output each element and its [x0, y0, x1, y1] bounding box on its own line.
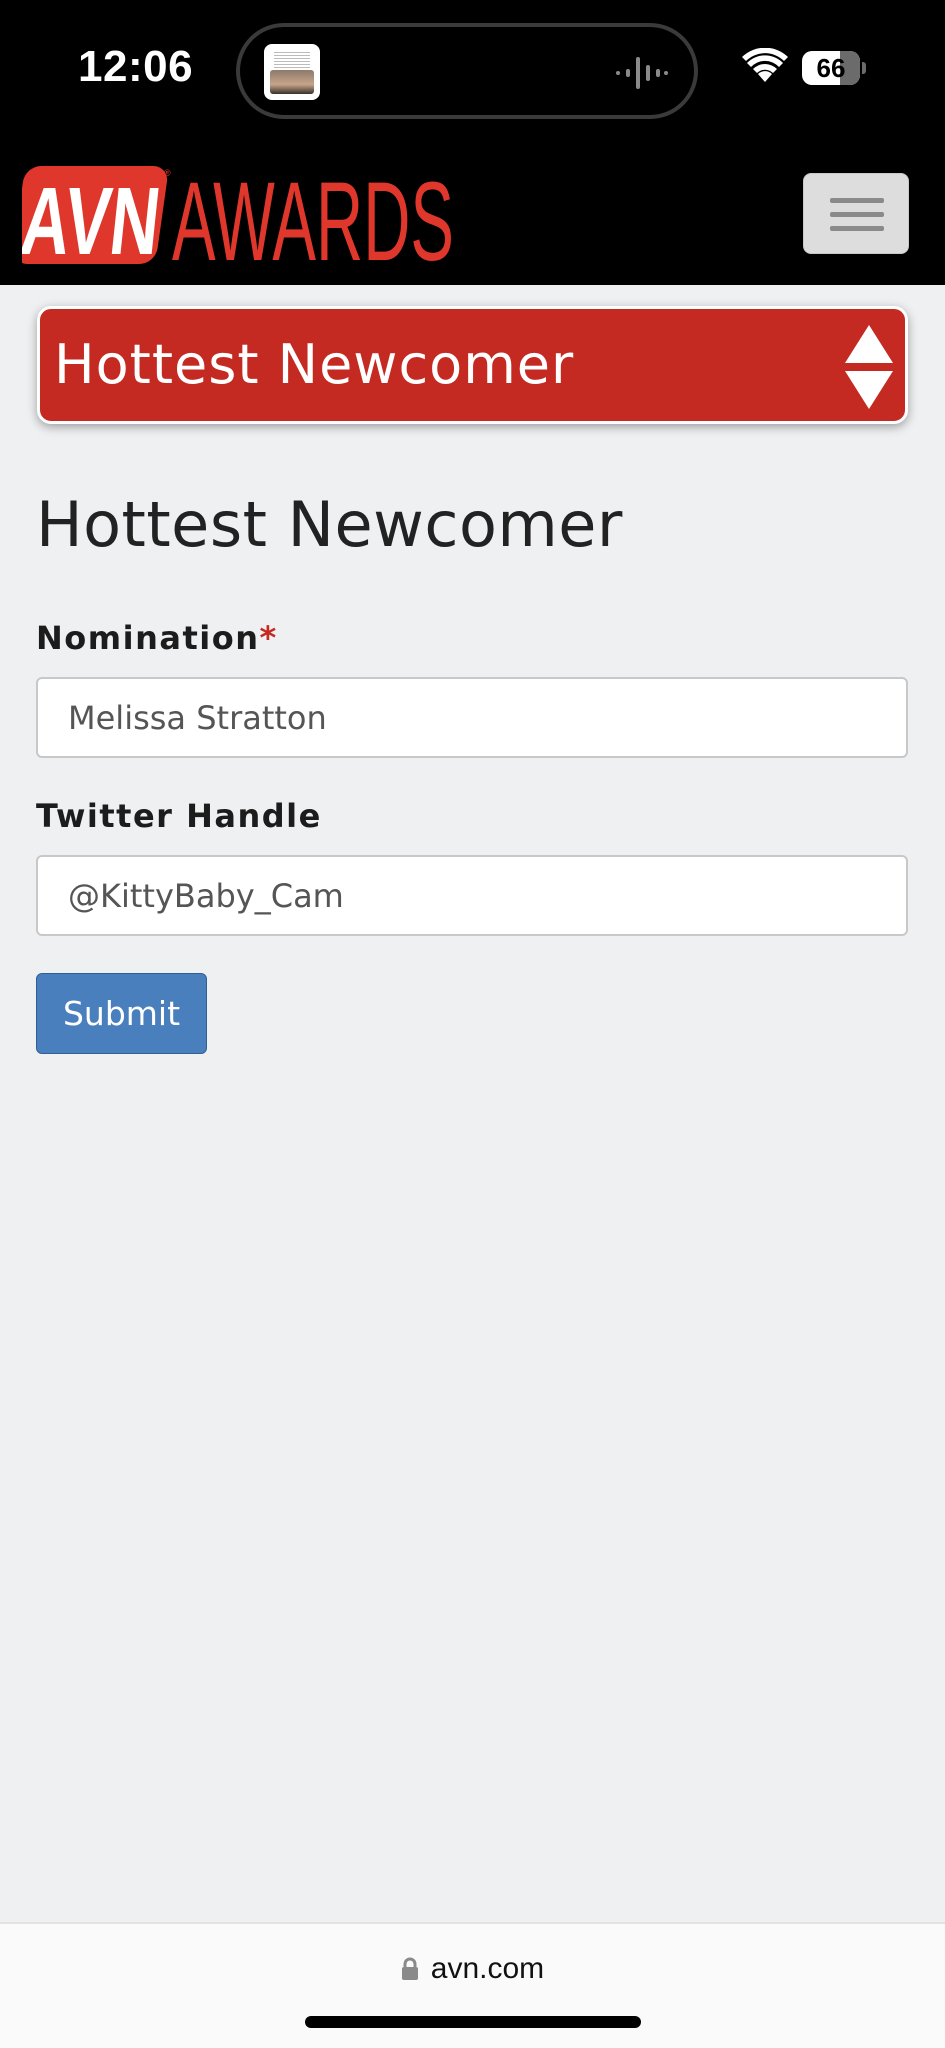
- required-marker: *: [259, 619, 278, 657]
- menu-button[interactable]: [803, 173, 909, 254]
- home-indicator[interactable]: [305, 2016, 641, 2028]
- category-select[interactable]: Hottest Newcomer: [37, 306, 908, 424]
- avn-awards-logo[interactable]: AVN AWARDS ®: [22, 160, 458, 270]
- svg-text:AVN: AVN: [22, 168, 165, 270]
- category-select-value: Hottest Newcomer: [54, 333, 575, 396]
- page-title: Hottest Newcomer: [36, 488, 623, 561]
- url-text: avn.com: [430, 1952, 545, 1985]
- status-time: 12:06: [78, 42, 194, 91]
- submit-button[interactable]: Submit: [36, 973, 207, 1054]
- svg-text:AWARDS: AWARDS: [172, 160, 454, 270]
- lock-icon: [401, 1957, 418, 1980]
- hamburger-icon: [830, 198, 884, 203]
- select-updown-icon: [845, 325, 893, 409]
- twitter-handle-label: Twitter Handle: [36, 797, 322, 835]
- dynamic-island[interactable]: [236, 23, 698, 119]
- svg-text:®: ®: [164, 168, 171, 178]
- top-header-area: 12:06 66 AVN AWARDS ®: [0, 0, 945, 285]
- battery-icon: 66: [802, 51, 866, 85]
- url-display[interactable]: avn.com: [0, 1952, 945, 1986]
- nomination-label-text: Nomination: [36, 619, 260, 657]
- live-activity-thumbnail: [264, 44, 320, 100]
- nomination-label: Nomination*: [36, 619, 278, 657]
- audio-waveform-icon: [616, 57, 668, 89]
- browser-address-bar[interactable]: avn.com: [0, 1922, 945, 2048]
- twitter-handle-input[interactable]: [36, 855, 908, 936]
- battery-percentage: 66: [816, 53, 846, 83]
- wifi-icon: [742, 48, 788, 82]
- nomination-input[interactable]: [36, 677, 908, 758]
